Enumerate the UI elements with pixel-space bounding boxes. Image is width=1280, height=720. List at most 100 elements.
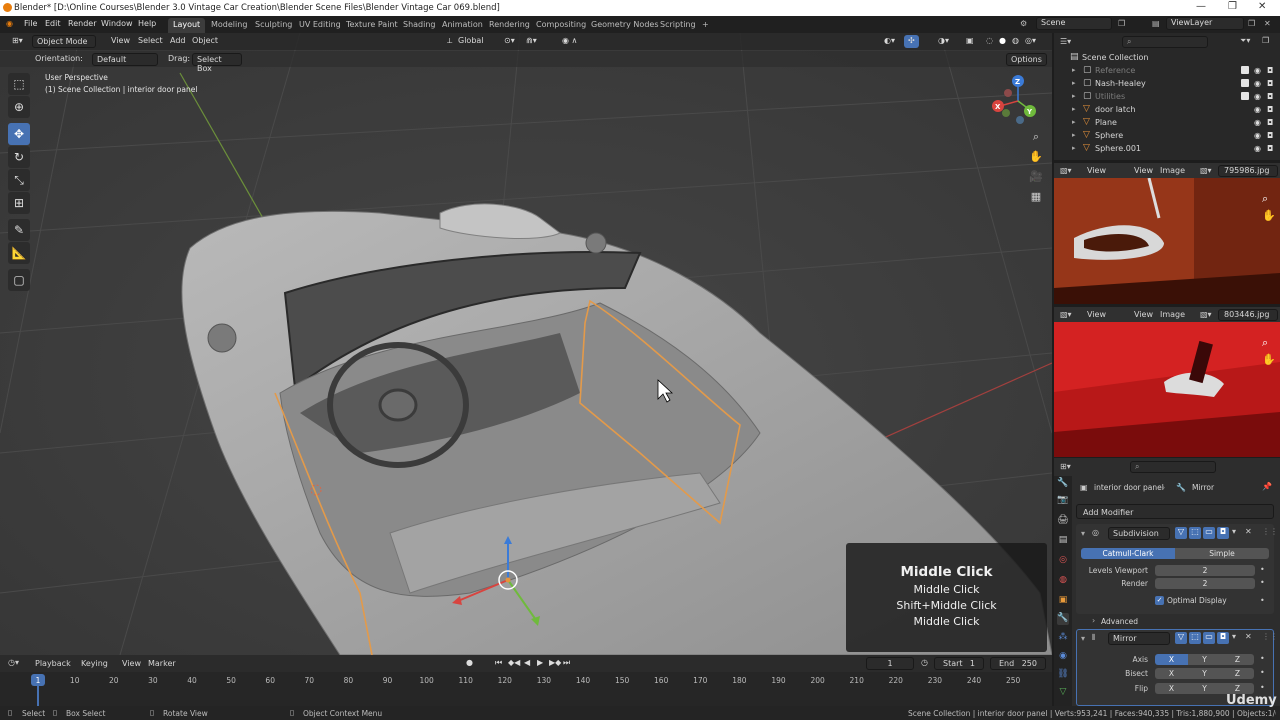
snap-icon[interactable]: ⋒▾ — [522, 35, 541, 48]
add-workspace-button[interactable]: + — [697, 18, 714, 33]
scale-tool-icon[interactable]: ⤡ — [8, 169, 30, 191]
render-levels-field[interactable]: 2 — [1155, 578, 1255, 589]
visibility-icon[interactable]: ◐▾ — [880, 35, 899, 48]
jump-end-icon[interactable]: ⏭ — [563, 658, 570, 668]
new-collection-icon[interactable]: ❐ — [1262, 36, 1269, 45]
properties-search-icon[interactable]: ⌕ — [1130, 461, 1216, 473]
optimal-display-checkbox[interactable]: ✓ — [1155, 596, 1164, 605]
keyframe-dot-icon[interactable]: • — [1260, 668, 1265, 677]
expand-arrow-icon[interactable]: ▸ — [1072, 144, 1076, 152]
proportional-edit-icon[interactable]: ◉ ∧ — [558, 35, 581, 48]
keyframe-dot-icon[interactable]: • — [1260, 654, 1265, 663]
remove-modifier-icon[interactable]: ✕ — [1245, 632, 1252, 641]
expand-arrow-icon[interactable]: ▸ — [1072, 66, 1076, 74]
transform-orientation[interactable]: Global — [454, 35, 488, 48]
keyframe-dot-icon[interactable]: • — [1260, 565, 1265, 574]
flip-x-toggle[interactable]: X — [1155, 683, 1188, 694]
cursor-tool-icon[interactable]: ⊕ — [8, 96, 30, 118]
bisect-y-toggle[interactable]: Y — [1188, 668, 1221, 679]
advanced-subpanel[interactable]: Advanced — [1101, 617, 1138, 626]
scene-selector[interactable]: Scene — [1036, 17, 1112, 30]
outliner-item-nash-healey[interactable]: ▸ ▢ Nash-Healey ◉ ◘ — [1054, 78, 1280, 91]
expand-arrow-icon[interactable]: ▸ — [1072, 118, 1076, 126]
image-zoom-icon[interactable]: ⌕ — [1262, 192, 1268, 206]
blender-menu-icon[interactable]: ◉ — [6, 19, 13, 28]
menu-edit[interactable]: Edit — [45, 19, 61, 28]
include-checkbox[interactable] — [1241, 92, 1249, 100]
current-frame-field[interactable]: 1 — [866, 657, 914, 670]
tab-modeling[interactable]: Modeling — [206, 18, 252, 33]
camera-render-icon[interactable]: ◘ — [1267, 105, 1273, 114]
rotate-tool-icon[interactable]: ↻ — [8, 146, 30, 168]
tab-compositing[interactable]: Compositing — [531, 18, 591, 33]
image-menu-view[interactable]: View — [1134, 310, 1153, 319]
orientation-dropdown[interactable]: Default — [92, 53, 158, 66]
outliner-item-sphere-001[interactable]: ▸ ▽ Sphere.001 ◉ ◘ — [1054, 143, 1280, 156]
zoom-icon[interactable]: ⌕ — [1028, 130, 1044, 146]
keyframe-dot-icon[interactable]: • — [1260, 596, 1265, 605]
tab-layout[interactable]: Layout — [168, 18, 206, 33]
render-toggle-icon[interactable]: ◘ — [1217, 527, 1229, 539]
annotate-tool-icon[interactable]: ✎ — [8, 219, 30, 241]
image-menu-view-mode[interactable]: View — [1087, 166, 1106, 175]
timeline-editor-icon[interactable]: ◷▾ — [8, 658, 19, 667]
ortho-grid-icon[interactable]: ▦ — [1028, 190, 1044, 206]
menu-render[interactable]: Render — [68, 19, 96, 28]
overlay-icon[interactable]: ◑▾ — [934, 35, 953, 48]
tab-modifier-icon[interactable]: 🔧 — [1057, 613, 1069, 625]
collapse-arrow-icon[interactable]: ▾ — [1081, 634, 1085, 643]
keyframe-dot-icon[interactable]: • — [1260, 683, 1265, 692]
expand-arrow-icon[interactable]: ▸ — [1072, 105, 1076, 113]
outliner-search-icon[interactable]: ⌕ — [1122, 36, 1208, 48]
tab-sculpting[interactable]: Sculpting — [250, 18, 297, 33]
new-scene-icon[interactable]: ❐ — [1118, 19, 1125, 28]
camera-view-icon[interactable]: 🎥 — [1028, 170, 1044, 186]
editor-type-icon[interactable]: ⊞▾ — [8, 35, 27, 48]
flip-y-toggle[interactable]: Y — [1188, 683, 1221, 694]
menu-help[interactable]: Help — [138, 19, 156, 28]
tab-tool-icon[interactable]: 🔧 — [1057, 478, 1069, 490]
tab-world-icon[interactable]: ◍ — [1057, 575, 1069, 587]
image-editor-type-icon[interactable]: ▧▾ — [1060, 310, 1072, 319]
play-icon[interactable]: ▶ — [537, 658, 543, 667]
bisect-x-toggle[interactable]: X — [1155, 668, 1188, 679]
shading-rendered-icon[interactable]: ◎▾ — [1021, 35, 1040, 48]
tab-output-icon[interactable]: 🖨 — [1057, 515, 1069, 527]
tab-scripting[interactable]: Scripting — [655, 18, 701, 33]
render-toggle-icon[interactable]: ◘ — [1217, 632, 1229, 644]
mirror-name-field[interactable]: Mirror — [1108, 632, 1170, 645]
measure-tool-icon[interactable]: 📐 — [8, 242, 30, 264]
bisect-z-toggle[interactable]: Z — [1221, 668, 1254, 679]
modifier-dropdown-icon[interactable]: ▾ — [1232, 527, 1236, 536]
menu-timeline-view[interactable]: View — [122, 659, 141, 668]
image-menu-view-mode[interactable]: View — [1087, 310, 1106, 319]
menu-window[interactable]: Window — [101, 19, 133, 28]
image-pan-hand-icon[interactable]: ✋ — [1262, 353, 1276, 366]
menu-view[interactable]: View — [107, 35, 134, 48]
menu-marker[interactable]: Marker — [148, 659, 176, 668]
transform-tool-icon[interactable]: ⊞ — [8, 192, 30, 214]
menu-playback[interactable]: Playback — [35, 659, 71, 668]
expand-arrow-icon[interactable]: ▸ — [1072, 131, 1076, 139]
edit-mode-toggle-icon[interactable]: ▽ — [1175, 527, 1187, 539]
image-editor-1[interactable]: ▧▾ View View Image ▧▾ 795986.jpg ⌕ ✋ — [1054, 163, 1280, 304]
eye-icon[interactable]: ◉ — [1254, 79, 1261, 88]
tab-texture-paint[interactable]: Texture Paint — [341, 18, 403, 33]
record-icon[interactable]: ● — [466, 658, 473, 667]
outliner-item-utilities[interactable]: ▸ ▢ Utilities ◉ ◘ — [1054, 91, 1280, 104]
play-reverse-icon[interactable]: ◀ — [524, 658, 530, 667]
subdivision-name-field[interactable]: Subdivision — [1108, 527, 1170, 540]
gizmo-toggle-icon[interactable]: ✣ — [904, 35, 919, 48]
eye-icon[interactable]: ◉ — [1254, 118, 1261, 127]
tab-view-layer-icon[interactable]: ▤ — [1057, 535, 1069, 547]
xray-icon[interactable]: ▣ — [962, 35, 978, 48]
jump-start-icon[interactable]: ⏮ — [495, 658, 502, 668]
tab-object-icon[interactable]: ▣ — [1057, 595, 1069, 607]
options-dropdown[interactable]: Options — [1006, 53, 1047, 66]
add-modifier-dropdown[interactable]: Add Modifier — [1076, 504, 1274, 519]
collapse-arrow-icon[interactable]: ▾ — [1081, 529, 1085, 538]
eye-icon[interactable]: ◉ — [1254, 92, 1261, 101]
cage-toggle-icon[interactable]: ⬚ — [1189, 632, 1201, 644]
include-checkbox[interactable] — [1241, 79, 1249, 87]
end-frame-field[interactable]: End 250 — [990, 657, 1046, 670]
